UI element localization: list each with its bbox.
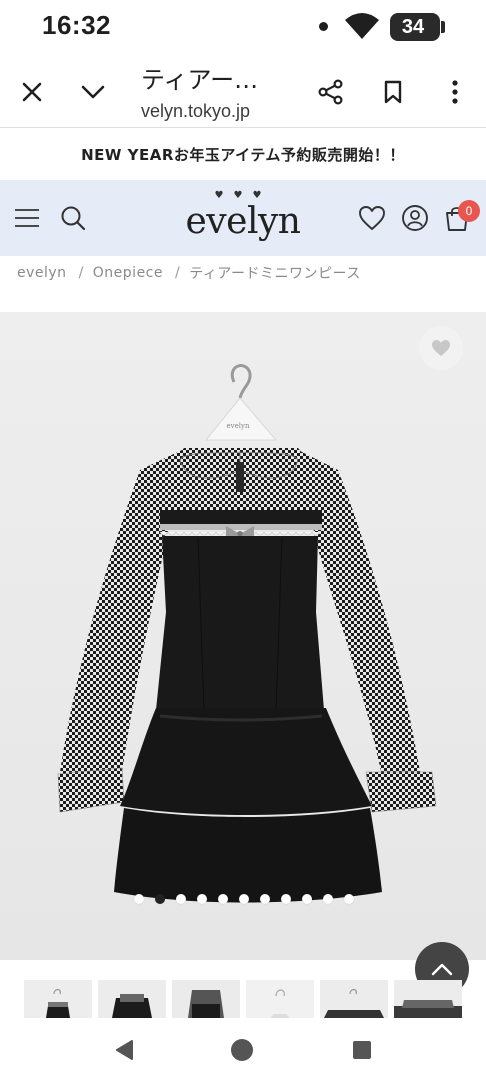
carousel-dot[interactable] bbox=[134, 894, 144, 904]
thumbnail[interactable] bbox=[98, 980, 166, 1018]
account-icon[interactable] bbox=[399, 202, 431, 234]
battery-icon: 34 bbox=[390, 13, 440, 41]
close-icon[interactable] bbox=[14, 74, 50, 110]
status-time: 16:32 bbox=[42, 10, 111, 40]
carousel-dot[interactable] bbox=[302, 894, 312, 904]
carousel-dot-active[interactable] bbox=[155, 894, 165, 904]
hanger-tag: evelyn bbox=[227, 422, 250, 430]
carousel-dot[interactable] bbox=[344, 894, 354, 904]
page-title[interactable]: ティアー… bbox=[141, 60, 258, 95]
cart-count-badge[interactable]: 0 bbox=[458, 200, 480, 222]
carousel-dot[interactable] bbox=[218, 894, 228, 904]
status-bar: 16:32 34 bbox=[0, 0, 486, 56]
bookmark-icon[interactable] bbox=[375, 74, 411, 110]
breadcrumb-item-category[interactable]: Onepiece bbox=[93, 265, 163, 281]
carousel-dot[interactable] bbox=[176, 894, 186, 904]
system-nav-bar bbox=[0, 1018, 486, 1080]
battery-cap bbox=[441, 21, 445, 33]
thumbnail[interactable] bbox=[246, 980, 314, 1018]
page-url[interactable]: velyn.tokyo.jp bbox=[141, 101, 301, 122]
notification-dot-icon bbox=[319, 22, 328, 31]
thumbnail[interactable] bbox=[320, 980, 388, 1018]
wifi-icon bbox=[344, 12, 380, 44]
breadcrumb-separator: / bbox=[175, 265, 181, 281]
product-photo: evelyn bbox=[0, 312, 486, 960]
carousel-dot[interactable] bbox=[197, 894, 207, 904]
back-icon[interactable] bbox=[110, 1036, 138, 1064]
battery-level: 34 bbox=[401, 16, 425, 38]
product-image-gallery[interactable]: evelyn bbox=[0, 312, 486, 960]
breadcrumb-item-current: ティアードミニワンピース bbox=[189, 266, 361, 282]
share-icon[interactable] bbox=[313, 74, 349, 110]
carousel-dot[interactable] bbox=[323, 894, 333, 904]
carousel-dot[interactable] bbox=[239, 894, 249, 904]
more-icon[interactable] bbox=[437, 74, 473, 110]
breadcrumb-separator: / bbox=[78, 265, 84, 281]
carousel-dot[interactable] bbox=[260, 894, 270, 904]
carousel-dots[interactable] bbox=[134, 893, 354, 905]
breadcrumb-item-home[interactable]: evelyn bbox=[17, 265, 67, 281]
home-icon[interactable] bbox=[228, 1036, 256, 1064]
site-logo[interactable]: ♥♥♥ evelyn bbox=[180, 190, 306, 250]
site-header: ♥♥♥ evelyn bbox=[0, 180, 486, 256]
carousel-dot[interactable] bbox=[281, 894, 291, 904]
thumbnail[interactable] bbox=[172, 980, 240, 1018]
thumbnail[interactable] bbox=[24, 980, 92, 1018]
thumbnail-strip bbox=[0, 980, 486, 1018]
menu-icon[interactable] bbox=[11, 202, 43, 234]
breadcrumb: evelyn / Onepiece / ティアードミニワンピース bbox=[17, 262, 361, 284]
announcement-banner[interactable]: NEW YEARお年玉アイテム予約販売開始！！ bbox=[0, 128, 486, 180]
thumbnail[interactable] bbox=[394, 980, 462, 1018]
recents-icon[interactable] bbox=[348, 1036, 376, 1064]
heart-icon[interactable] bbox=[356, 202, 388, 234]
browser-toolbar: ティアー… velyn.tokyo.jp bbox=[0, 56, 486, 128]
logo-text: evelyn bbox=[185, 201, 301, 242]
search-icon[interactable] bbox=[57, 202, 89, 234]
chevron-down-icon[interactable] bbox=[75, 74, 111, 110]
favorite-heart-icon[interactable] bbox=[419, 326, 463, 370]
